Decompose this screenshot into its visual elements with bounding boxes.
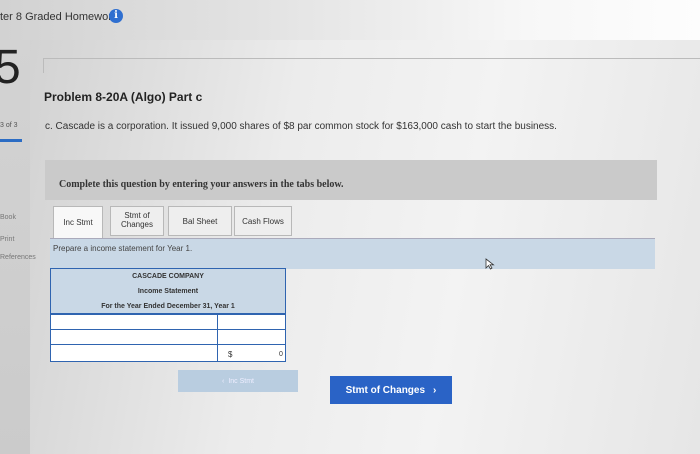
header-bar: ter 8 Graded Homework i (0, 0, 700, 40)
chevron-left-icon: ‹ (221, 377, 225, 385)
next-tab-label: Stmt of Changes (345, 384, 426, 396)
question-counter: 3 of 3 (0, 122, 18, 129)
statement-row (50, 344, 286, 363)
row-label-input[interactable] (51, 345, 219, 363)
statement-name: Income Statement (137, 288, 199, 295)
sidebar-link-references[interactable]: References (0, 254, 36, 261)
instruction-banner: Complete this question by entering your … (45, 160, 657, 200)
cursor-icon (485, 258, 495, 270)
tab-cash-flows[interactable]: Cash Flows (234, 206, 292, 236)
tab-bal-sheet[interactable]: Bal Sheet (168, 206, 232, 236)
currency-symbol: $ (228, 350, 233, 359)
column-divider (217, 345, 218, 361)
instruction-text: Complete this question by entering your … (59, 179, 344, 190)
prev-tab-label: Inc Stmt (228, 377, 255, 385)
info-icon[interactable]: i (109, 9, 123, 23)
tab-stmt-of-changes[interactable]: Stmt of Changes (110, 206, 164, 236)
tab-panel (50, 238, 655, 269)
sidebar-link-print[interactable]: Print (0, 236, 14, 243)
problem-description: c. Cascade is a corporation. It issued 9… (45, 121, 557, 132)
problem-title: Problem 8-20A (Algo) Part c (44, 90, 203, 104)
sidebar-link-book[interactable]: Book (0, 214, 16, 221)
net-income-value[interactable]: 0 (279, 351, 283, 358)
company-name: CASCADE COMPANY (132, 273, 204, 280)
tab-prompt: Prepare a income statement for Year 1. (53, 244, 193, 253)
next-tab-button[interactable]: Stmt of Changes › (330, 376, 452, 404)
statement-header: CASCADE COMPANY Income Statement For the… (50, 268, 286, 314)
prev-tab-button[interactable]: ‹ Inc Stmt (178, 370, 298, 392)
left-sidebar (0, 40, 30, 454)
tab-inc-stmt[interactable]: Inc Stmt (53, 206, 103, 238)
statement-period: For the Year Ended December 31, Year 1 (101, 303, 235, 310)
chevron-right-icon: › (433, 384, 437, 396)
breadcrumb: ter 8 Graded Homework (0, 11, 118, 23)
tab-stmt-of-changes-label: Stmt of Changes (120, 211, 154, 229)
question-number: 5 (0, 41, 21, 94)
counter-underline (0, 139, 22, 142)
answer-box-outline (43, 58, 700, 73)
